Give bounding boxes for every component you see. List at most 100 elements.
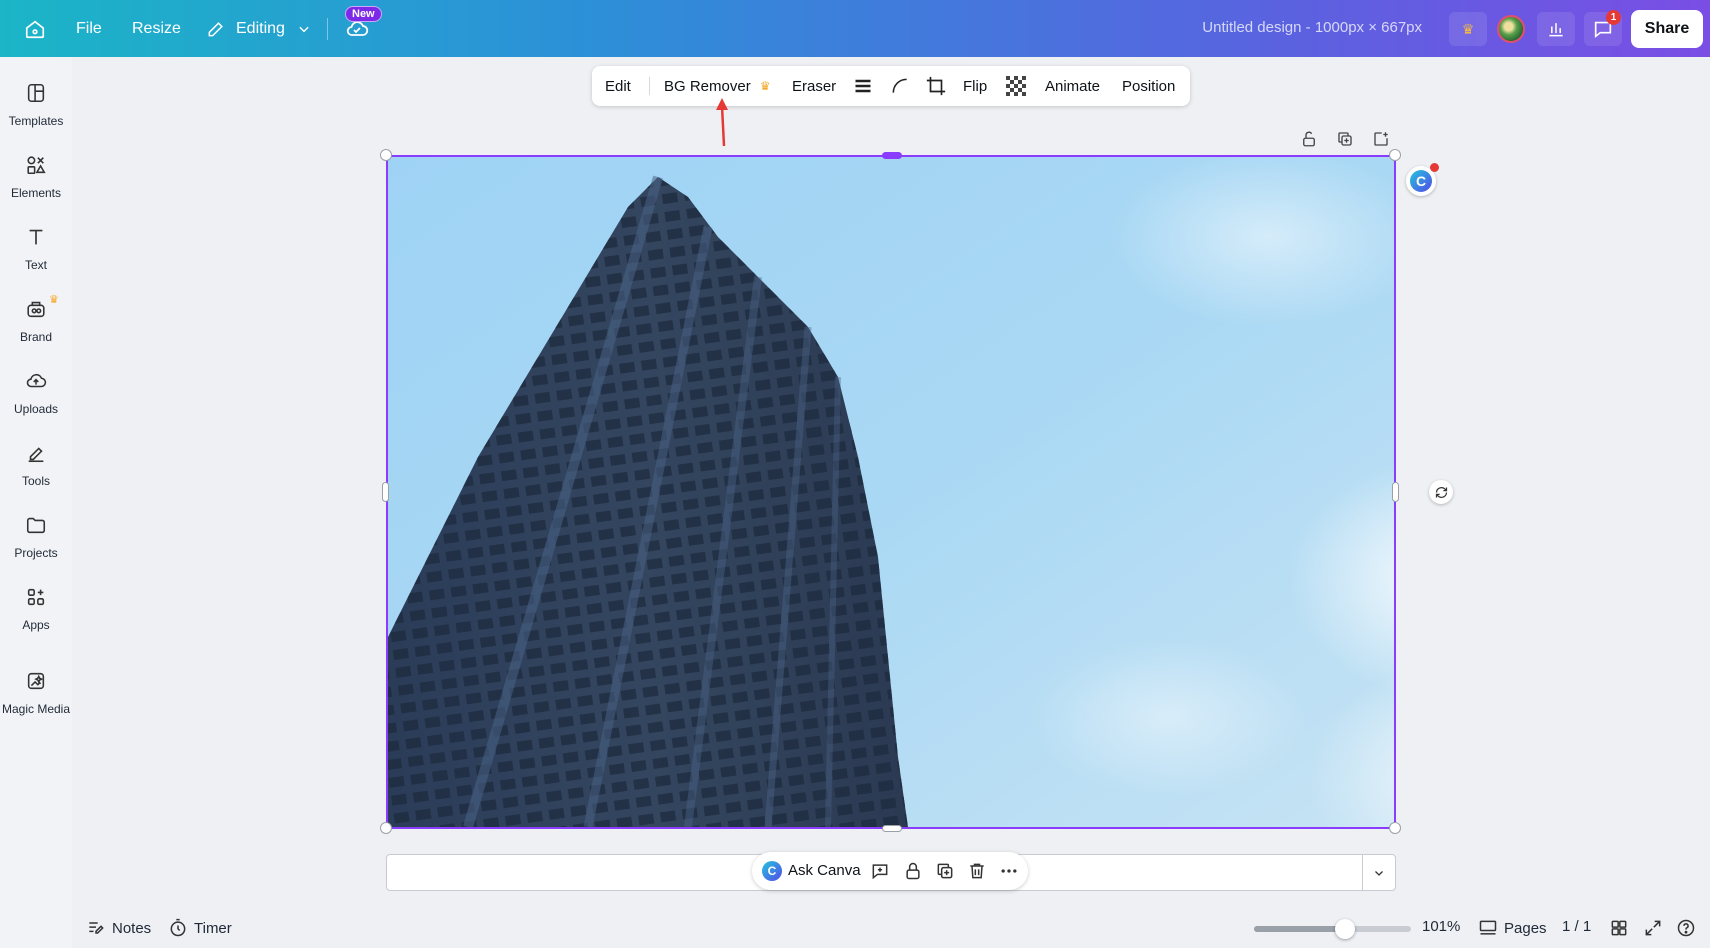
sidebar-item-tools[interactable]: Tools [0, 441, 72, 505]
sidebar-item-magic-media[interactable]: Magic Media [0, 669, 72, 733]
resize-handle-top-right[interactable] [1389, 149, 1401, 161]
grid-view-button[interactable] [1609, 918, 1629, 938]
new-badge: New [345, 6, 382, 22]
zoom-percentage[interactable]: 101% [1422, 918, 1460, 935]
page-count: 1 / 1 [1562, 918, 1592, 935]
duplicate-icon [937, 863, 953, 879]
pencil-icon [208, 22, 223, 37]
crop-icon [926, 76, 946, 96]
pages-button[interactable]: Pages [1478, 918, 1547, 938]
lock-icon [906, 862, 920, 880]
border-lines-icon [855, 79, 871, 93]
help-button[interactable] [1676, 918, 1696, 938]
share-button[interactable]: Share [1631, 10, 1703, 48]
editing-label: Editing [236, 20, 285, 37]
help-icon [1677, 919, 1695, 937]
notification-count-badge: 1 [1606, 10, 1621, 25]
sidebar-item-apps[interactable]: Apps [0, 585, 72, 649]
sidebar-item-label: Apps [22, 618, 50, 632]
resize-handle-left[interactable] [382, 482, 389, 502]
add-comment-button[interactable] [870, 861, 890, 886]
annotation-arrow [716, 98, 728, 147]
crown-icon: ♛ [49, 294, 59, 306]
add-page-button[interactable] [1368, 126, 1394, 152]
resize-handle-bottom-right[interactable] [1389, 822, 1401, 834]
position-button[interactable]: Position [1122, 66, 1175, 106]
duplicate-element-button[interactable] [1332, 126, 1358, 152]
upgrade-button[interactable]: ♛ [1449, 12, 1487, 46]
chevron-down-icon [299, 26, 309, 33]
bar-chart-icon [1549, 23, 1563, 37]
lock-element-button[interactable] [1296, 126, 1322, 152]
sidebar-item-elements[interactable]: Elements [0, 153, 72, 217]
grid-view-icon [1611, 920, 1627, 936]
delete-button[interactable] [967, 861, 987, 886]
sidebar-item-label: Text [24, 258, 47, 272]
sidebar-item-templates[interactable]: Templates [0, 81, 72, 145]
resize-handle-bottom-left[interactable] [380, 822, 392, 834]
resize-handle-right[interactable] [1392, 482, 1399, 502]
border-style-button[interactable] [853, 66, 873, 106]
brand-icon [27, 301, 45, 318]
comment-plus-icon [872, 864, 888, 880]
canva-logo-icon: C [762, 861, 782, 881]
insights-button[interactable] [1537, 12, 1575, 46]
duplicate-icon [1338, 132, 1352, 146]
notification-dot [1430, 163, 1439, 172]
lock-button[interactable] [903, 861, 923, 886]
building-photo [388, 157, 1394, 827]
file-menu[interactable]: File [76, 14, 102, 44]
notes-icon [89, 922, 104, 934]
corner-rounding-button[interactable] [890, 66, 910, 106]
resize-handle-bottom[interactable] [882, 825, 902, 832]
notes-label: Notes [112, 919, 152, 937]
flip-button[interactable]: Flip [963, 66, 987, 106]
uploads-icon [26, 373, 47, 388]
crown-icon: ♛ [759, 79, 771, 93]
sidebar-item-projects[interactable]: Projects [0, 513, 72, 577]
sidebar-item-label: Uploads [13, 402, 59, 416]
sidebar-item-label: Projects [14, 546, 58, 560]
animate-button[interactable]: Animate [1045, 66, 1100, 106]
ask-canva-bar: C Ask Canva [752, 852, 1028, 890]
more-options-button[interactable] [999, 861, 1019, 886]
eraser-button[interactable]: Eraser [792, 66, 836, 106]
avatar[interactable] [1497, 15, 1525, 43]
duplicate-button[interactable] [935, 861, 955, 886]
sidebar-item-label: Tools [21, 474, 50, 488]
magic-media-icon [27, 672, 45, 690]
timer-button[interactable]: Timer [168, 918, 232, 938]
sidebar-item-brand[interactable]: ♛ Brand [0, 294, 72, 361]
projects-icon [26, 517, 46, 534]
left-sidebar: Templates Elements Text ♛ Brand Uploads … [0, 57, 72, 948]
sidebar-item-label: Magic Media [1, 702, 71, 716]
home-button[interactable] [24, 14, 46, 44]
expand-notes-button[interactable] [1362, 855, 1395, 890]
sidebar-item-uploads[interactable]: Uploads [0, 369, 72, 433]
add-page-icon [1374, 132, 1388, 146]
zoom-slider-thumb[interactable] [1335, 919, 1356, 939]
zoom-slider-track[interactable] [1254, 926, 1411, 932]
divider [649, 77, 650, 95]
crop-button[interactable] [925, 66, 947, 106]
transparency-button[interactable] [1006, 66, 1026, 106]
fullscreen-button[interactable] [1643, 918, 1663, 938]
edit-image-button[interactable]: Edit [605, 66, 631, 106]
fullscreen-icon [1645, 920, 1661, 936]
zoom-slider-fill [1254, 926, 1346, 932]
image-context-toolbar: Edit BG Remover ♛ Eraser Flip Animate Po… [592, 66, 1190, 106]
editing-mode-dropdown[interactable]: Editing [206, 14, 311, 44]
resize-handle-top-left[interactable] [380, 149, 392, 161]
selected-image-frame[interactable] [386, 155, 1396, 829]
bg-remover-label: BG Remover [664, 77, 751, 95]
apps-icon [27, 588, 45, 606]
resize-button[interactable]: Resize [132, 14, 181, 44]
home-icon [25, 20, 45, 39]
resize-handle-top[interactable] [882, 152, 902, 159]
design-title[interactable]: Untitled design - 1000px × 667px [1202, 19, 1422, 36]
sidebar-item-text[interactable]: Text [0, 225, 72, 289]
ask-canva-button[interactable]: Ask Canva [788, 862, 861, 879]
rotate-button[interactable] [1429, 480, 1453, 504]
notes-button[interactable]: Notes [86, 918, 151, 938]
rotate-icon [1435, 486, 1447, 498]
